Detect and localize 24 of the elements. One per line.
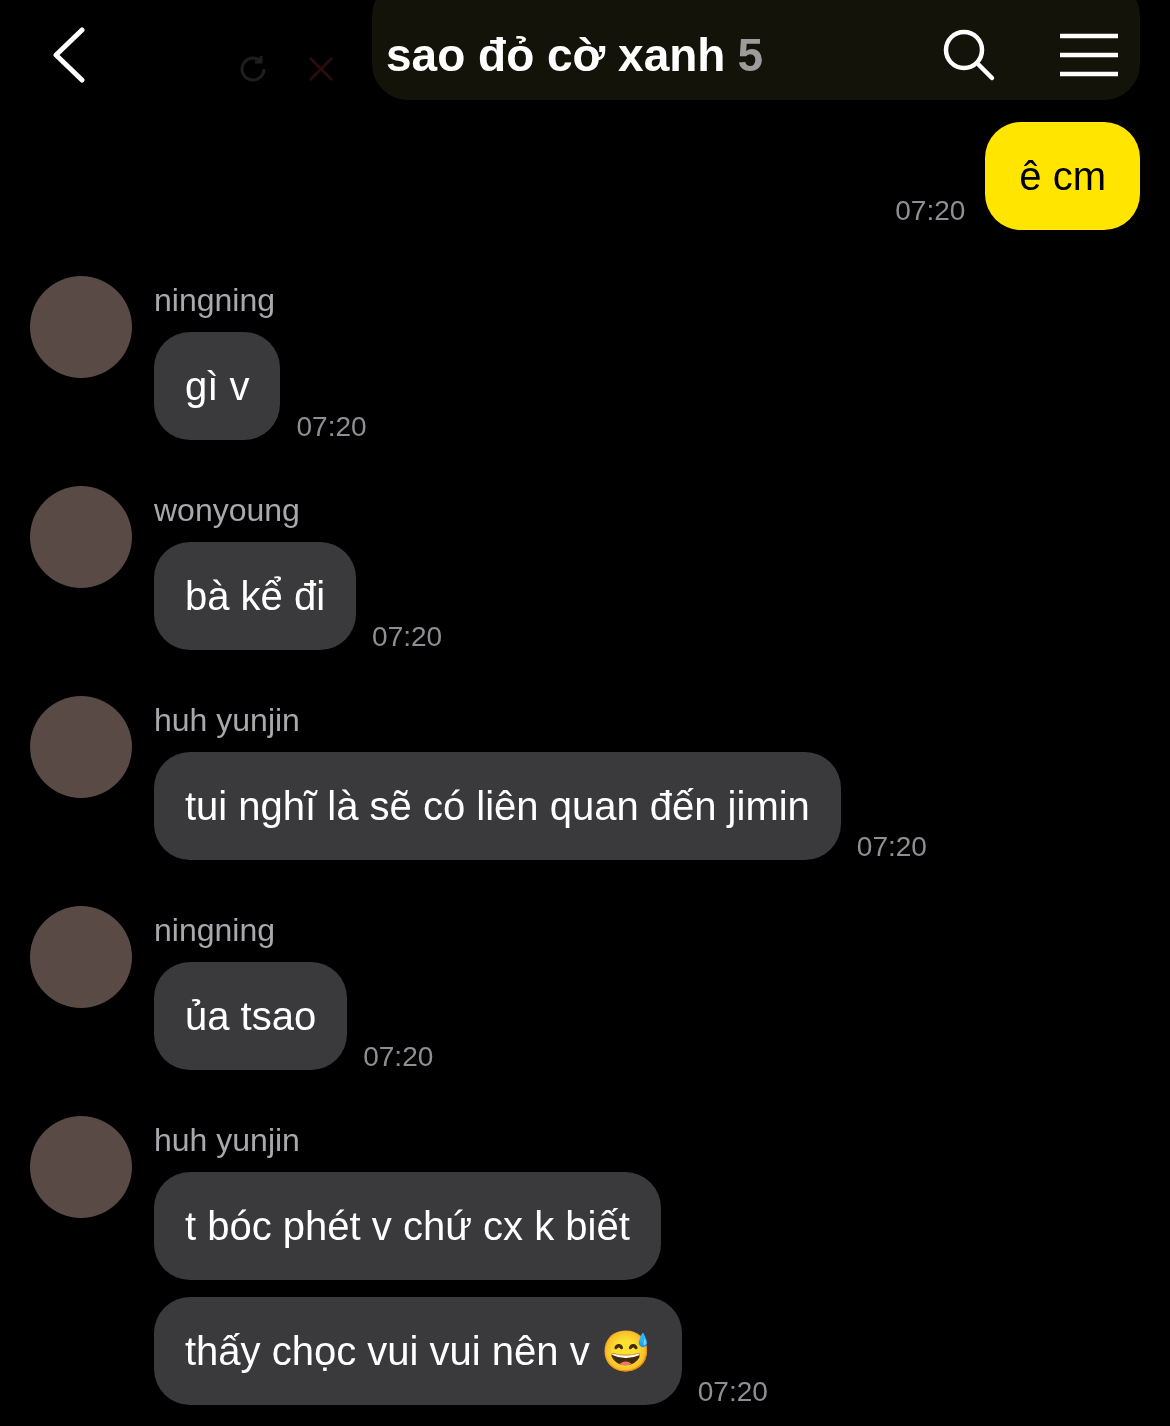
- message-time: 07:20: [895, 194, 966, 228]
- menu-icon[interactable]: [1058, 32, 1120, 78]
- member-count: 5: [737, 27, 764, 83]
- received-message-bubble: t bóc phét v chứ cx k biết: [154, 1172, 661, 1280]
- message-time: 07:20: [697, 1375, 768, 1409]
- received-message-bubble: gì v: [154, 332, 281, 440]
- sender-name: ningning: [154, 911, 276, 950]
- received-message-bubble: tui nghĩ là sẽ có liên quan đến jimin: [154, 752, 841, 860]
- received-message-bubble: ủa tsao: [154, 962, 348, 1070]
- sender-name: huh yunjin: [154, 1121, 301, 1160]
- faded-delete-icon: [306, 54, 336, 84]
- sender-name: huh yunjin: [154, 701, 301, 740]
- message-time: 07:20: [372, 620, 443, 654]
- message-time: 07:20: [856, 830, 927, 864]
- chat-title: sao đỏ cờ xanh: [386, 27, 726, 83]
- message-time: 07:20: [363, 1040, 434, 1074]
- message-time: 07:20: [296, 410, 367, 444]
- received-message-bubble: thấy chọc vui vui nên v 😅: [154, 1297, 682, 1405]
- received-message-bubble: bà kể đi: [154, 542, 357, 650]
- sender-name: ningning: [154, 281, 276, 320]
- sent-message-bubble: ê cm: [985, 122, 1140, 230]
- search-icon[interactable]: [942, 28, 996, 82]
- sender-name: wonyoung: [154, 491, 301, 530]
- back-icon[interactable]: [50, 27, 86, 83]
